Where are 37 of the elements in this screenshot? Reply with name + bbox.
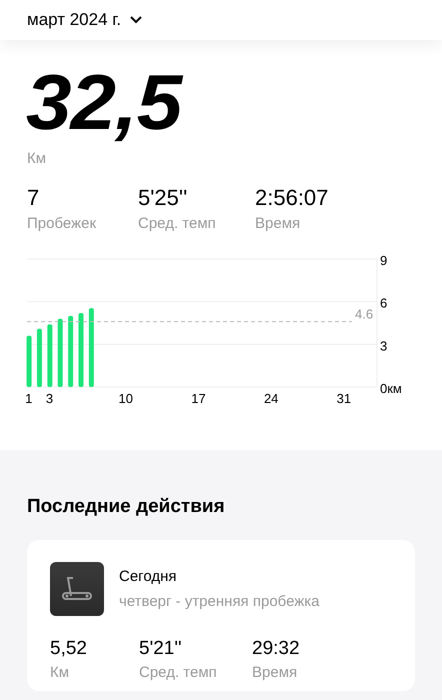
activity-stat-label: Время bbox=[252, 664, 298, 681]
bar bbox=[47, 324, 52, 387]
x-tick-label: 24 bbox=[264, 391, 278, 406]
y-tick-label: 3 bbox=[380, 338, 388, 354]
y-tick-label: 9 bbox=[380, 253, 388, 268]
x-tick-label: 3 bbox=[46, 391, 54, 406]
activity-title: Сегодня bbox=[119, 568, 178, 585]
activity-stat-label: Км bbox=[50, 664, 70, 681]
stat-value: 7 bbox=[27, 185, 40, 211]
x-tick-label: 1 bbox=[25, 391, 32, 406]
bar bbox=[58, 318, 63, 387]
treadmill-icon bbox=[50, 562, 104, 616]
stat-value: 2:56:07 bbox=[255, 185, 328, 211]
y-tick-label: 0км bbox=[380, 381, 402, 396]
bar bbox=[36, 328, 42, 387]
stat-value: 5'25'' bbox=[138, 185, 188, 211]
x-tick-label: 10 bbox=[118, 391, 134, 406]
stat-label: Сред. темп bbox=[138, 215, 217, 232]
distance-unit: Км bbox=[27, 150, 48, 167]
x-tick-label: 17 bbox=[191, 391, 206, 406]
activity-stat-value: 5,52 bbox=[50, 638, 88, 660]
activity-subtitle: четверг - утренняя пробежка bbox=[119, 593, 320, 610]
activity-stat-value: 29:32 bbox=[252, 638, 300, 660]
y-tick-label: 6 bbox=[380, 296, 388, 311]
month-selector[interactable]: март 2024 г. bbox=[27, 10, 122, 30]
activity-stat-label: Сред. темп bbox=[139, 664, 218, 681]
stat-label: Пробежек bbox=[27, 215, 98, 232]
bar bbox=[68, 316, 74, 387]
stat-label: Время bbox=[255, 215, 302, 232]
activity-stat-value: 5'21'' bbox=[139, 638, 183, 660]
x-tick-label: 31 bbox=[336, 391, 352, 406]
chevron-down-icon[interactable] bbox=[129, 15, 144, 25]
total-distance: 32,5 bbox=[26, 62, 182, 142]
bar bbox=[26, 336, 32, 387]
section-title: Последние действия bbox=[27, 496, 226, 518]
average-label: 4.6 bbox=[355, 306, 374, 322]
activity-card[interactable]: Сегодня четверг - утренняя пробежка 5,52 Км 5'21'' Сред. темп 29:32 Время bbox=[27, 540, 415, 691]
